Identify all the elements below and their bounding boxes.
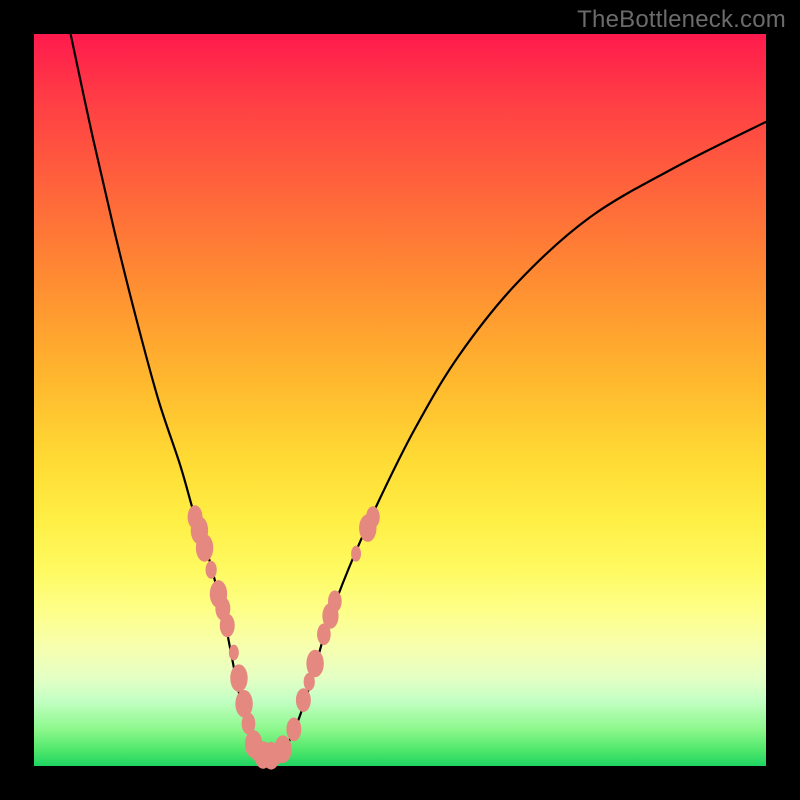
data-marker xyxy=(328,590,342,612)
data-marker xyxy=(230,664,247,692)
data-marker xyxy=(296,688,311,712)
data-marker xyxy=(306,650,323,678)
data-marker xyxy=(229,645,239,661)
data-marker xyxy=(220,614,235,638)
bottleneck-curve xyxy=(71,34,766,760)
data-marker xyxy=(274,735,291,763)
data-marker xyxy=(196,534,213,562)
chart-overlay xyxy=(34,34,766,766)
data-marker xyxy=(366,506,380,528)
chart-frame: TheBottleneck.com xyxy=(0,0,800,800)
watermark-text: TheBottleneck.com xyxy=(577,6,786,34)
data-markers xyxy=(188,505,380,769)
data-marker xyxy=(351,546,361,562)
data-marker xyxy=(286,718,301,742)
data-marker xyxy=(206,561,217,579)
